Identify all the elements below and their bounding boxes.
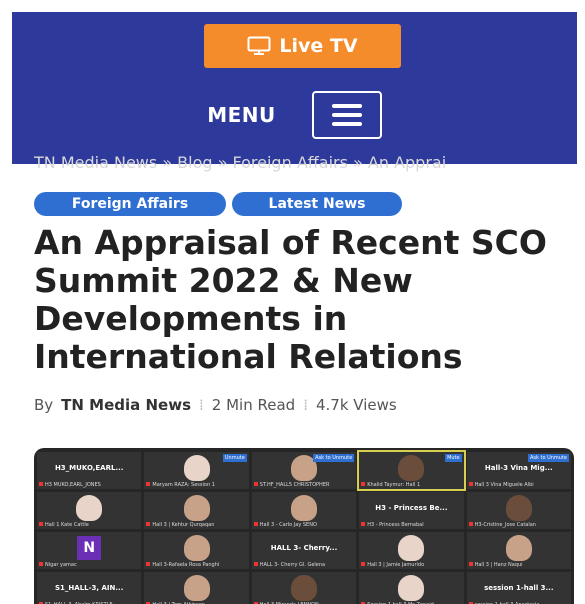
participant-tile: Ask to Unmute ST.HF_HALL5 CHRISTOPHER <box>251 452 357 489</box>
participant-photo <box>290 575 317 601</box>
participant-tile: Hall 3 | Jamie Jamurido <box>359 532 464 569</box>
breadcrumb[interactable]: TN Media News » Blog » Foreign Affairs »… <box>34 153 574 172</box>
tag-latest-news[interactable]: Latest News <box>232 192 402 216</box>
participant-tile: Hall 3 Miranda LENNON <box>251 572 357 604</box>
participant-name: session 1-hall 3... <box>484 584 554 592</box>
participant-caption: Hall 3 Vina Miguele Albi <box>469 482 569 488</box>
category-tags: Foreign Affairs Latest News <box>34 192 402 216</box>
participant-caption: Hall 3-Rafaela Rosa Panghi <box>146 562 246 568</box>
meta-separator: ⁞ <box>199 396 204 414</box>
participant-tile: S1_HALL-3, AIN...S1_HALL-3, Ahalm KRISTL… <box>37 572 142 604</box>
meta-views: 4.7k Views <box>315 396 397 414</box>
participant-tile: Session 1 hall 3 Ms Zenaid <box>359 572 464 604</box>
meta-by: By <box>34 396 54 414</box>
participant-photo <box>183 535 210 561</box>
participant-name: HALL 3- Cherry... <box>270 544 338 552</box>
participant-tile: Unmute Maryam RAZA: Session 1 <box>144 452 249 489</box>
participant-photo <box>398 575 425 601</box>
participant-tile: session 1-hall 3...session 1-hall 3 Anas… <box>466 572 571 604</box>
site-header: Live TV MENU <box>12 12 577 164</box>
participant-photo <box>183 575 210 601</box>
participant-tile: H3-Cristine_Jose Catalan <box>466 492 571 529</box>
article-meta: By TN Media News ⁞ 2 Min Read ⁞ 4.7k Vie… <box>34 396 397 414</box>
participant-caption: H3-Cristine_Jose Catalan <box>469 522 569 528</box>
participant-name: H3 - Princess Be... <box>375 504 448 512</box>
participant-name: H3_MUKO,EARL... <box>54 464 124 472</box>
participant-caption: H3 - Princess Bernabal <box>361 522 461 528</box>
participant-tile: Hall 3-Rafaela Rosa Panghi <box>144 532 249 569</box>
participant-tile: H3_MUKO,EARL... H3 MUKO,EARL_JONES <box>37 452 142 489</box>
participant-caption: HALL 3- Cherry Gl. Gelena <box>254 562 354 568</box>
participant-tile: Hall 3 | Tom Atkinson <box>144 572 249 604</box>
mute-badge: Mute <box>445 454 462 462</box>
menu-row: MENU <box>12 90 577 140</box>
participant-photo <box>398 455 425 481</box>
mute-badge: Ask to Unmute <box>313 454 355 462</box>
live-tv-label: Live TV <box>279 35 358 57</box>
participant-tile: HALL 3- Cherry... HALL 3- Cherry Gl. Gele… <box>251 532 357 569</box>
article-title: An Appraisal of Recent SCO Summit 2022 &… <box>34 223 547 376</box>
tag-foreign-affairs[interactable]: Foreign Affairs <box>34 192 226 216</box>
hamburger-icon <box>331 113 362 117</box>
participant-tile: Hall 3 | Kehtur Qurqaqan <box>144 492 249 529</box>
participant-tile: Hall 3 - Carlo Jay SENO <box>251 492 357 529</box>
mute-badge: Unmute <box>222 454 247 462</box>
live-tv-button[interactable]: Live TV <box>204 24 401 68</box>
featured-image: H3_MUKO,EARL... H3 MUKO,EARL_JONES Unmute M… <box>34 448 574 604</box>
participant-tile: Mute Khalid Taymur: Hall 1 <box>357 450 466 491</box>
meta-author[interactable]: TN Media News <box>61 396 191 414</box>
hamburger-menu-button[interactable] <box>311 91 382 139</box>
participant-photo <box>290 495 317 521</box>
participant-tile: N Nigar yamac <box>37 532 142 569</box>
participant-tile: Hall 1 Kate Cattle <box>37 492 142 529</box>
participant-photo <box>505 495 532 521</box>
hamburger-icon <box>331 122 362 126</box>
participant-caption: Hall 1 Kate Cattle <box>39 522 139 528</box>
menu-label[interactable]: MENU <box>207 103 276 127</box>
hamburger-icon <box>331 104 362 108</box>
participant-caption: Maryam RAZA: Session 1 <box>146 482 246 488</box>
participant-name: S1_HALL-3, AIN... <box>55 584 124 592</box>
participant-caption: ST.HF_HALL5 CHRISTOPHER <box>254 482 354 488</box>
participant-caption: Hall 3 | Hanz Naqui <box>469 562 569 568</box>
mute-badge: Ask to Unmute <box>527 454 569 462</box>
participant-caption: H3 MUKO,EARL_JONES <box>39 482 139 488</box>
participant-photo <box>398 535 425 561</box>
participant-tile: H3 - Princess Be... H3 - Princess Bernaba… <box>359 492 464 529</box>
participant-name: Hall-3 Vina Mig... <box>484 464 553 472</box>
participant-caption: Khalid Taymur: Hall 1 <box>361 482 461 488</box>
participant-caption: Hall 3 | Jamie Jamurido <box>361 562 461 568</box>
participant-photo <box>76 495 103 521</box>
participant-photo <box>505 535 532 561</box>
meta-separator: ⁞ <box>303 396 308 414</box>
participant-caption: Hall 3 - Carlo Jay SENO <box>254 522 354 528</box>
meta-read-time: 2 Min Read <box>211 396 296 414</box>
participant-caption: Hall 3 | Kehtur Qurqaqan <box>146 522 246 528</box>
participant-tile: Hall 3 | Hanz Naqui <box>466 532 571 569</box>
participant-caption: Nigar yamac <box>39 562 139 568</box>
participant-avatar: N <box>77 536 102 560</box>
participant-photo <box>183 455 210 481</box>
video-call-grid: H3_MUKO,EARL... H3 MUKO,EARL_JONES Unmute M… <box>37 450 571 604</box>
participant-photo <box>183 495 210 521</box>
tv-icon <box>247 36 271 55</box>
participant-tile: Hall-3 Vina Mig... Ask to Unmute Hall 3 Vi… <box>466 452 571 489</box>
